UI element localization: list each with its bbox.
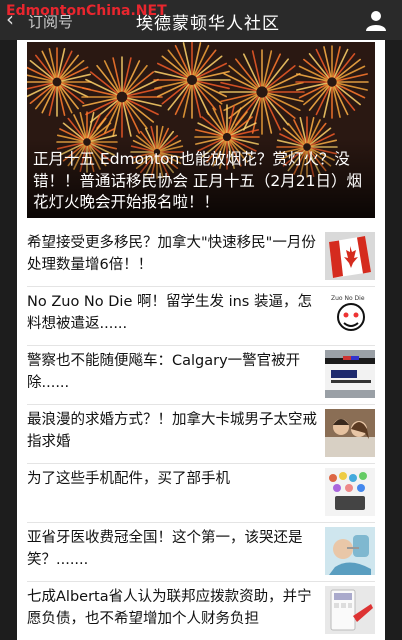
calculator-thumbnail: [325, 586, 375, 634]
list-item[interactable]: 希望接受更多移民？加拿大"快速移民"一月份处理数量增6倍！！: [27, 228, 375, 287]
article-title: No Zuo No Die 啊！留学生发 ins 装逼，怎料想被遣返......: [27, 294, 312, 332]
svg-text:Zuo No Die: Zuo No Die: [331, 295, 365, 302]
canada-flag-thumbnail: [325, 232, 375, 280]
list-item[interactable]: 最浪漫的求婚方式？！加拿大卡城男子太空戒指求婚: [27, 405, 375, 464]
hero-headline: 正月十五 Edmonton也能放烟花？赏灯火？没错！！普通话移民协会 正月十五（…: [33, 150, 363, 211]
article-title: 亚省牙医收费冠全国！这个第一，该哭还是笑？.......: [27, 530, 303, 568]
dentist-thumbnail: [325, 527, 375, 575]
list-item[interactable]: 亚省牙医收费冠全国！这个第一，该哭还是笑？.......: [27, 523, 375, 582]
article-title: 最浪漫的求婚方式？！加拿大卡城男子太空戒指求婚: [27, 412, 317, 450]
police-car-thumbnail: [325, 350, 375, 398]
article-title: 为了这些手机配件，买了部手机: [27, 471, 230, 487]
article-title: 七成Alberta省人认为联邦应拨款资助，并宁愿负债，也不希望增加个人财务负担: [27, 589, 312, 627]
hero-article[interactable]: 正月十五 Edmonton也能放烟花？赏灯火？没错！！普通话移民协会 正月十五（…: [27, 42, 375, 218]
watermark-logo: EdmontonChina.NET: [6, 3, 167, 19]
list-item[interactable]: No Zuo No Die 啊！留学生发 ins 装逼，怎料想被遣返......…: [27, 287, 375, 346]
article-card: 正月十五 Edmonton也能放烟花？赏灯火？没错！！普通话移民协会 正月十五（…: [17, 40, 385, 640]
no-zuo-no-die-thumbnail: Zuo No Die: [325, 291, 375, 339]
list-item[interactable]: 为了这些手机配件，买了部手机: [27, 464, 375, 523]
article-title: 希望接受更多移民？加拿大"快速移民"一月份处理数量增6倍！！: [27, 235, 316, 273]
user-profile-icon[interactable]: [364, 8, 388, 32]
article-title: 警察也不能随便飚车：Calgary一警官被开除......: [27, 353, 301, 391]
couple-thumbnail: [325, 409, 375, 457]
list-item[interactable]: 七成Alberta省人认为联邦应拨款资助，并宁愿负债，也不希望增加个人财务负担: [27, 582, 375, 640]
list-item[interactable]: 警察也不能随便飚车：Calgary一警官被开除......: [27, 346, 375, 405]
phone-accessory-thumbnail: [325, 468, 375, 516]
nav-bar: ‹ 订阅号 埃德蒙顿华人社区 EdmontonChina.NET: [0, 0, 402, 40]
